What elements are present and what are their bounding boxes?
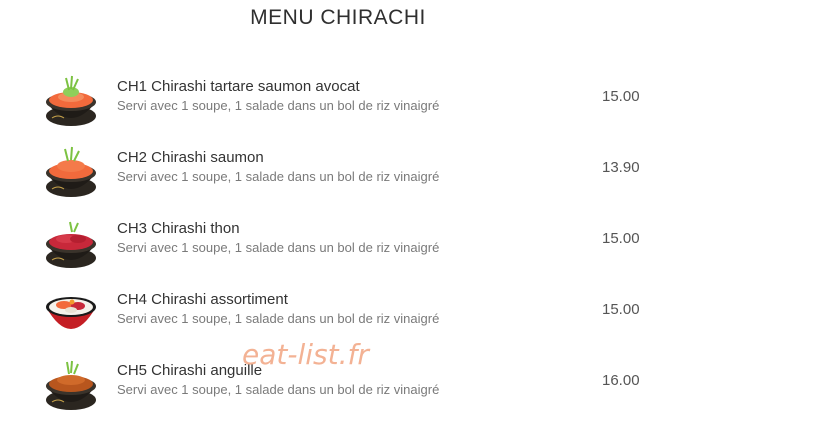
item-description: Servi avec 1 soupe, 1 salade dans un bol… bbox=[117, 382, 440, 397]
menu-item[interactable]: CH3 Chirashi thon Servi avec 1 soupe, 1 … bbox=[36, 214, 656, 276]
item-price: 16.00 bbox=[602, 372, 640, 389]
chirashi-eel-bowl-image bbox=[36, 356, 106, 418]
item-name: CH3 Chirashi thon bbox=[117, 220, 240, 237]
item-description: Servi avec 1 soupe, 1 salade dans un bol… bbox=[117, 169, 440, 184]
chirashi-assortment-bowl-image bbox=[36, 285, 106, 347]
item-description: Servi avec 1 soupe, 1 salade dans un bol… bbox=[117, 98, 440, 113]
menu-item[interactable]: CH2 Chirashi saumon Servi avec 1 soupe, … bbox=[36, 143, 656, 205]
item-description: Servi avec 1 soupe, 1 salade dans un bol… bbox=[117, 311, 440, 326]
menu-item[interactable]: CH1 Chirashi tartare saumon avocat Servi… bbox=[36, 72, 656, 134]
item-price: 15.00 bbox=[602, 230, 640, 247]
watermark: eat-list.fr bbox=[242, 338, 369, 371]
item-price: 15.00 bbox=[602, 88, 640, 105]
chirashi-tuna-bowl-image bbox=[36, 214, 106, 276]
item-price: 13.90 bbox=[602, 159, 640, 176]
chirashi-salmon-bowl-image bbox=[36, 143, 106, 205]
item-name: CH1 Chirashi tartare saumon avocat bbox=[117, 78, 360, 95]
item-description: Servi avec 1 soupe, 1 salade dans un bol… bbox=[117, 240, 440, 255]
menu-title: MENU CHIRACHI bbox=[250, 6, 426, 29]
chirashi-salmon-avocado-bowl-image bbox=[36, 72, 106, 134]
item-name: CH5 Chirashi anguille bbox=[117, 362, 263, 379]
item-name: CH2 Chirashi saumon bbox=[117, 149, 264, 166]
item-price: 15.00 bbox=[602, 301, 640, 318]
item-name: CH4 Chirashi assortiment bbox=[117, 291, 288, 308]
